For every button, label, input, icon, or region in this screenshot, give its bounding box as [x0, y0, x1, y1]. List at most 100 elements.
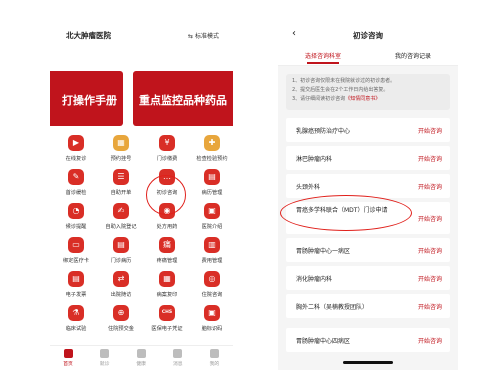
service-item[interactable]: ▤ 电子发票	[53, 271, 99, 307]
service-item-label: 门诊缴费	[156, 156, 178, 162]
home-indicator	[343, 361, 393, 364]
chat-bubble-icon: …	[159, 169, 175, 185]
service-item[interactable]: ✚ 检查检验预约	[189, 135, 233, 171]
consult-notice: 1、初诊咨询仅限未在我院就诊过的初诊患者。 2、提交后医生会在2个工作日内给出答…	[286, 74, 450, 110]
service-item-label: 疼痛管理	[156, 258, 178, 264]
department-name: 胃肠肿瘤中心一病区	[296, 248, 351, 255]
service-item-label: 住院预交金	[108, 326, 134, 332]
service-item-label: 病案复印	[156, 292, 178, 298]
service-item-label: 住院咨询	[201, 292, 223, 298]
department-row[interactable]: 胸外二科（吴楠教授团队） 开始咨询	[286, 294, 450, 318]
tab-my-records[interactable]: 我的咨询记录	[368, 51, 458, 60]
tab-health[interactable]: 健康	[123, 349, 159, 367]
service-item[interactable]: ▶ 在线复诊	[53, 135, 99, 171]
service-item[interactable]: ⚗ 临床试验	[53, 305, 99, 341]
test-tube-icon: ✚	[204, 135, 220, 151]
department-row[interactable]: 淋巴肿瘤内科 开始咨询	[286, 146, 450, 170]
service-item-label: 医保电子凭证	[151, 326, 183, 332]
service-item[interactable]: ◉ 处方用药	[144, 203, 190, 239]
tab-clipboard[interactable]: 就诊	[87, 349, 123, 367]
pain-icon: 痛	[159, 237, 175, 253]
standard-mode-toggle[interactable]: ⇆ 标准模式	[188, 31, 219, 40]
notice-line-3-text: 3、请仔细阅读初诊咨询	[292, 96, 346, 102]
service-item-label: 电子发票	[65, 292, 87, 298]
service-item[interactable]: ☰ 自助开单	[98, 169, 144, 205]
start-consult-button[interactable]: 开始咨询	[418, 126, 442, 135]
bill-icon: ☰	[113, 169, 129, 185]
department-row[interactable]: 乳腺癌预防治疗中心 开始咨询	[286, 118, 450, 142]
tab-user[interactable]: 我的	[196, 349, 232, 367]
wallet-icon: ▥	[204, 237, 220, 253]
service-item[interactable]: ✍ 自助入院登记	[98, 203, 144, 239]
deposit-icon: ⊕	[113, 305, 129, 321]
service-item-label: 处方用药	[156, 224, 178, 230]
home-header: 北大肿瘤医院 ⇆ 标准模式	[50, 24, 233, 44]
payment-icon: ¥	[159, 135, 175, 151]
tab-select-department[interactable]: 选择咨询科室	[278, 51, 368, 64]
bottom-tab-bar: 首页 就诊 健康 消息 我的	[50, 345, 233, 370]
service-item[interactable]: ◎ 住院咨询	[189, 271, 233, 307]
card-icon: ▭	[68, 237, 84, 253]
tab-home[interactable]: 首页	[50, 349, 86, 367]
start-consult-button[interactable]: 开始咨询	[418, 274, 442, 283]
clipboard-icon	[100, 349, 110, 358]
tab-select-department-label: 选择咨询科室	[304, 53, 341, 60]
consult-header: ‹ 初诊咨询	[278, 24, 458, 44]
notice-line-3: 3、请仔细阅读初诊咨询《知情同意书》	[292, 95, 444, 104]
service-item[interactable]: ▥ 费用管理	[189, 237, 233, 273]
service-item[interactable]: 痛疼痛管理	[144, 237, 190, 273]
department-name: 胃癌多学科联合（MDT）门诊申请	[296, 207, 388, 214]
department-row[interactable]: 消化肿瘤内科 开始咨询	[286, 266, 450, 290]
service-item[interactable]: ▭ 绑定医疗卡	[53, 237, 99, 273]
start-consult-button[interactable]: 开始咨询	[418, 302, 442, 311]
folder-icon: ▤	[204, 169, 220, 185]
badge-icon: ▣	[204, 305, 220, 321]
banner-drug-monitoring[interactable]: 重点监控品种药品	[133, 71, 233, 126]
service-item[interactable]: ⊕ 住院预交金	[98, 305, 144, 341]
tab-message[interactable]: 消息	[160, 349, 196, 367]
service-item-label: 候诊提醒	[65, 224, 87, 230]
hospital-title: 北大肿瘤医院	[66, 31, 111, 40]
department-row[interactable]: 头颈外科 开始咨询	[286, 174, 450, 198]
service-item-label: 病历管理	[201, 190, 223, 196]
service-item[interactable]: ▣ 脑标识码	[189, 305, 233, 341]
service-item-label: 出院随访	[110, 292, 132, 298]
service-item-label: 门诊病历	[110, 258, 132, 264]
service-item[interactable]: ✎ 首诊缓检	[53, 169, 99, 205]
consult-icon: ◎	[204, 271, 220, 287]
service-item[interactable]: ▣ 医院介绍	[189, 203, 233, 239]
service-item[interactable]: CHS 医保电子凭证	[144, 305, 190, 341]
service-item[interactable]: … 初诊咨询	[144, 169, 190, 205]
banner-manual[interactable]: 打操作手册	[50, 71, 123, 126]
service-item[interactable]: ▤ 门诊病历	[98, 237, 144, 273]
banner-drug-text: 重点监控品种药品	[139, 94, 227, 107]
invoice-icon: ▤	[68, 271, 84, 287]
service-item[interactable]: ⇄ 出院随访	[98, 271, 144, 307]
department-row[interactable]: 胃肠肿瘤中心一病区 开始咨询	[286, 238, 450, 262]
service-item[interactable]: ◔ 候诊提醒	[53, 203, 99, 239]
consent-link[interactable]: 《知情同意书》	[345, 96, 380, 102]
follow-up-icon: ⇄	[113, 271, 129, 287]
service-item[interactable]: ▦ 预约挂号	[98, 135, 144, 171]
health-icon	[136, 349, 146, 358]
department-name: 乳腺癌预防治疗中心	[296, 128, 351, 135]
copy-icon: ▦	[159, 271, 175, 287]
page-title: 初诊咨询	[353, 31, 383, 40]
insurance-icon: CHS	[159, 305, 175, 321]
service-item[interactable]: ▦ 病案复印	[144, 271, 190, 307]
department-row[interactable]: 胃癌多学科联合（MDT）门诊申请开始咨询	[286, 202, 450, 234]
pill-icon: ◉	[159, 203, 175, 219]
message-icon	[173, 349, 183, 358]
start-consult-button[interactable]: 开始咨询	[418, 246, 442, 255]
service-item[interactable]: ¥ 门诊缴费	[144, 135, 190, 171]
mode-label: 标准模式	[194, 33, 219, 40]
tab-label: 我的	[209, 362, 220, 367]
service-item[interactable]: ▤ 病历管理	[189, 169, 233, 205]
start-consult-button[interactable]: 开始咨询	[418, 154, 442, 163]
start-consult-button[interactable]: 开始咨询	[418, 336, 442, 345]
start-consult-button[interactable]: 开始咨询	[418, 214, 442, 223]
service-item-label: 费用管理	[201, 258, 223, 264]
department-name: 淋巴肿瘤内科	[296, 156, 333, 163]
department-row[interactable]: 胃肠肿瘤中心四病区 开始咨询	[286, 328, 450, 352]
start-consult-button[interactable]: 开始咨询	[418, 182, 442, 191]
